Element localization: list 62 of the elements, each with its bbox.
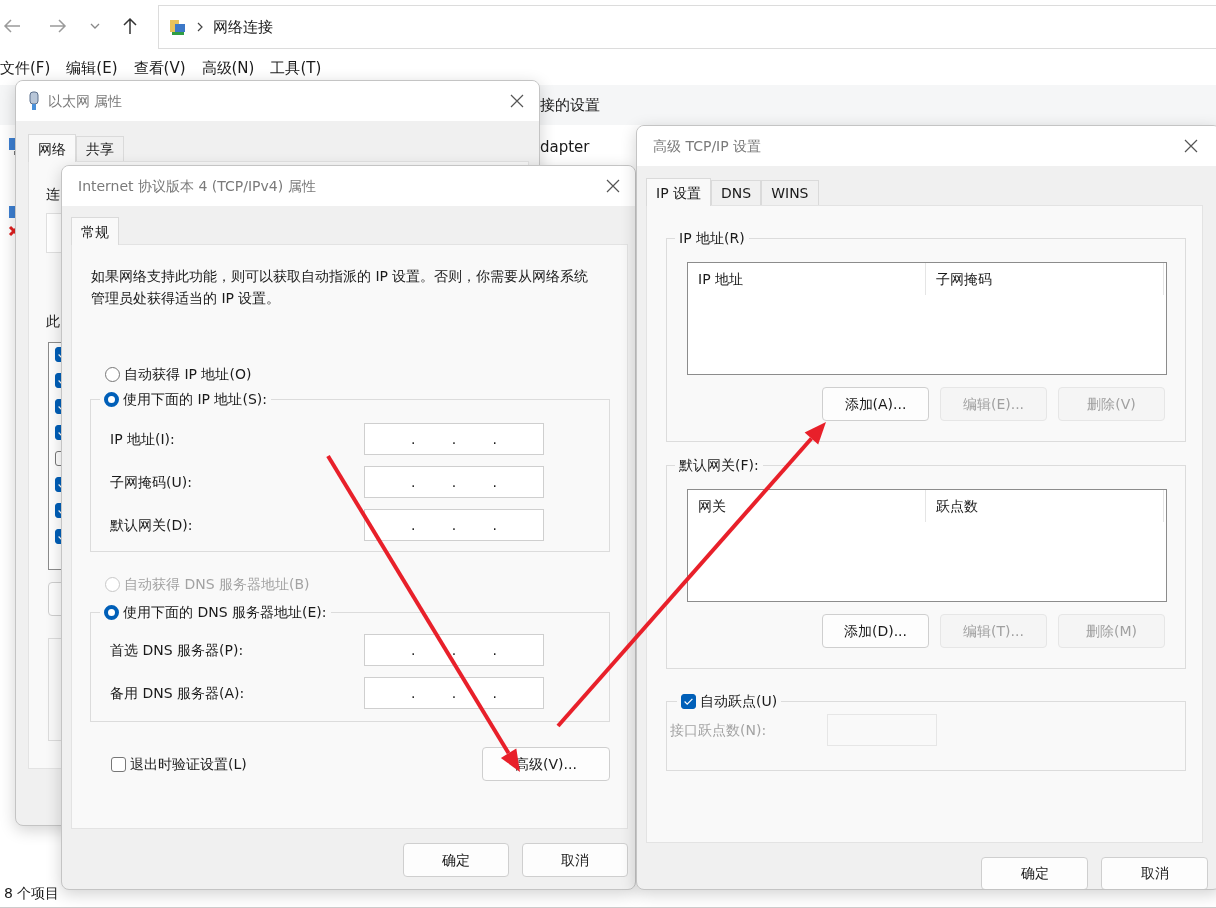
field-label: 默认网关(D): xyxy=(110,515,194,535)
radio-button[interactable]: 自动获得 IP 地址(O) xyxy=(105,364,252,385)
menu-item[interactable]: 工具(T) xyxy=(270,57,322,80)
adapter-label: dapter xyxy=(540,137,590,158)
window-title: Internet 协议版本 4 (TCP/IPv4) 属性 xyxy=(78,176,316,196)
tab[interactable]: 共享 xyxy=(76,136,124,161)
tab[interactable]: IP 设置 xyxy=(646,178,712,206)
close-button[interactable] xyxy=(1183,138,1199,154)
tab[interactable]: 网络 xyxy=(28,134,76,162)
group-legend: 默认网关(F): xyxy=(675,455,763,475)
checkbox-option[interactable]: 退出时验证设置(L) xyxy=(111,753,247,775)
dialog-button[interactable]: 确定 xyxy=(403,843,509,877)
disabled-button: 编辑(E)... xyxy=(940,387,1047,421)
close-icon xyxy=(605,178,621,194)
description-text: 如果网络支持此功能，则可以获取自动指派的 IP 设置。否则，你需要从网络系统管理员处获得适当的 IP 设置。 xyxy=(90,267,590,308)
ip-address-field[interactable]: . . . xyxy=(364,634,544,666)
section-label: 此 xyxy=(46,312,60,331)
menu-item[interactable]: 文件(F) xyxy=(0,57,51,80)
disabled-button: 删除(M) xyxy=(1058,614,1165,648)
window-title: 高级 TCP/IP 设置 xyxy=(653,136,762,156)
field-label: 子网掩码(U): xyxy=(110,472,193,492)
menu-item[interactable]: 编辑(E) xyxy=(66,57,118,80)
address-bar[interactable]: 网络连接 xyxy=(158,5,1216,49)
disabled-button: 删除(V) xyxy=(1058,387,1165,421)
group-legend: IP 地址(R) xyxy=(675,228,749,248)
field-label: 首选 DNS 服务器(P): xyxy=(110,640,245,660)
tab[interactable]: DNS xyxy=(711,180,762,205)
ip-address-field[interactable]: . . . xyxy=(364,423,544,455)
chevron-icon xyxy=(195,21,205,33)
status-text: 8 个项目 xyxy=(4,884,60,903)
disabled-button: 编辑(T)... xyxy=(940,614,1047,648)
ip-address-field[interactable]: . . . xyxy=(364,466,544,498)
field-label: 备用 DNS 服务器(A): xyxy=(110,683,246,703)
adapter-icon xyxy=(26,91,42,111)
column-header[interactable]: 子网掩码 xyxy=(926,263,1164,295)
column-header[interactable]: 网关 xyxy=(688,490,926,522)
close-icon xyxy=(509,93,525,109)
field-label: IP 地址(I): xyxy=(110,429,176,449)
chevron-down-icon xyxy=(90,22,100,30)
dialog-button[interactable]: 取消 xyxy=(522,843,628,877)
dialog-button[interactable]: 取消 xyxy=(1101,857,1208,889)
column-header[interactable]: 跃点数 xyxy=(926,490,1164,522)
section-label: 连 xyxy=(46,185,60,204)
menu-item[interactable]: 高级(N) xyxy=(201,57,255,80)
menu-item[interactable]: 查看(V) xyxy=(133,57,186,80)
dialog-button[interactable]: 确定 xyxy=(981,857,1088,889)
close-button[interactable] xyxy=(509,93,525,109)
ip-address-field[interactable]: . . . xyxy=(364,677,544,709)
toolbar-button[interactable]: 接的设置 xyxy=(540,93,600,117)
tab[interactable]: WINS xyxy=(761,180,819,205)
column-header[interactable]: IP 地址 xyxy=(688,263,926,295)
window-title: 以太网 属性 xyxy=(48,91,123,111)
list-button[interactable]: 添加(D)... xyxy=(822,614,929,648)
close-icon xyxy=(1183,138,1199,154)
network-folder-icon xyxy=(169,17,187,37)
list-button[interactable]: 添加(A)... xyxy=(822,387,929,421)
field-label: 接口跃点数(N): xyxy=(670,720,768,740)
radio-button: 自动获得 DNS 服务器地址(B) xyxy=(105,574,310,595)
address-text: 网络连接 xyxy=(213,16,273,38)
ip-address-field[interactable]: . . . xyxy=(364,509,544,541)
close-button[interactable] xyxy=(605,178,621,194)
tab[interactable]: 常规 xyxy=(71,217,119,245)
